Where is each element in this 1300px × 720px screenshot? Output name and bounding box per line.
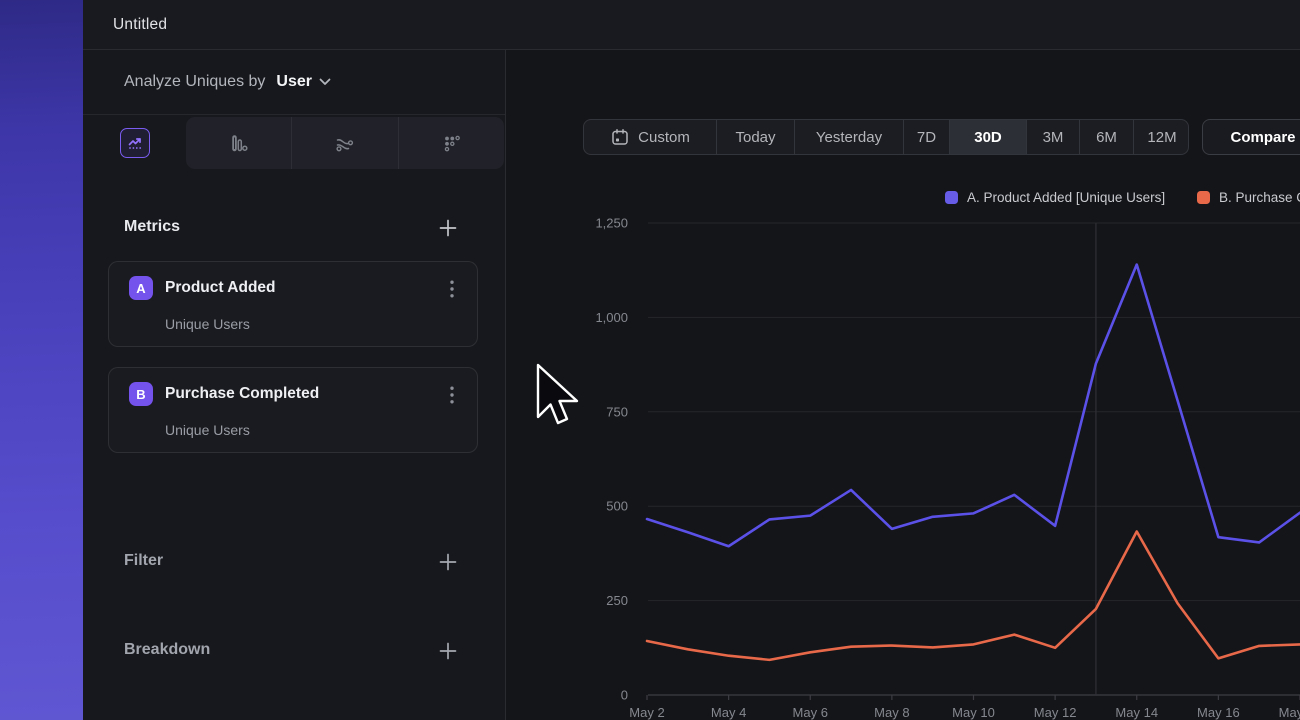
x-tick-label: May 16 <box>1197 705 1240 720</box>
breakdown-label: Breakdown <box>124 641 210 659</box>
metric-badge: B <box>129 382 153 406</box>
analyze-entity-value: User <box>276 73 312 91</box>
metrics-label: Metrics <box>124 218 180 236</box>
x-tick-label: May 8 <box>874 705 909 720</box>
kebab-menu-icon[interactable] <box>443 278 461 300</box>
add-breakdown-button[interactable] <box>438 641 458 661</box>
tab-retention[interactable] <box>398 117 504 169</box>
y-tick-label: 500 <box>606 499 628 514</box>
plus-icon <box>439 219 457 237</box>
x-tick-label: May 18 <box>1279 705 1300 720</box>
x-tick-label: May 14 <box>1115 705 1158 720</box>
metrics-section-header: Metrics <box>83 218 505 238</box>
x-tick-label: May 10 <box>952 705 995 720</box>
kebab-menu-icon[interactable] <box>443 384 461 406</box>
x-tick-label: May 4 <box>711 705 746 720</box>
y-tick-label: 750 <box>606 404 628 419</box>
metric-title: Product Added <box>165 279 276 297</box>
tab-flows[interactable] <box>291 117 397 169</box>
y-tick-label: 1,000 <box>595 310 628 325</box>
y-tick-label: 1,250 <box>595 216 628 231</box>
line-chart-icon <box>120 128 150 158</box>
add-filter-button[interactable] <box>438 552 458 572</box>
analyze-row: Analyze Uniques by User <box>83 50 505 115</box>
plus-icon <box>439 553 457 571</box>
tab-funnels[interactable] <box>186 117 291 169</box>
metric-measurement: Unique Users <box>165 422 250 438</box>
top-bar: Untitled <box>83 0 1300 50</box>
x-tick-label: May 2 <box>629 705 664 720</box>
plus-icon <box>439 642 457 660</box>
x-tick-label: May 12 <box>1034 705 1077 720</box>
background-gradient-strip <box>0 0 83 720</box>
metric-title: Purchase Completed <box>165 385 319 403</box>
flows-icon <box>333 132 356 155</box>
sidebar: Analyze Uniques by User <box>83 50 506 720</box>
line-chart: 0 250 500 750 1,000 1,250 May 2 May 4 May 6 May 8… <box>506 50 1300 720</box>
analyze-entity-dropdown[interactable]: User <box>276 73 331 91</box>
chart-panel: CustomTodayYesterday7D30D3M6M12M Compare… <box>506 50 1300 720</box>
analyze-label: Analyze Uniques by <box>124 73 265 91</box>
retention-dots-icon <box>440 132 463 155</box>
funnel-bars-icon <box>227 132 250 155</box>
metric-badge: A <box>129 276 153 300</box>
chart-type-tab-group <box>186 117 504 169</box>
app-window: Untitled Analyze Uniques by User <box>83 0 1300 720</box>
series-line-a <box>647 265 1300 547</box>
metric-card-b[interactable]: B Purchase Completed Unique Users <box>108 367 478 453</box>
y-tick-label: 0 <box>621 688 628 703</box>
filter-section-header: Filter <box>83 552 505 572</box>
chevron-down-icon <box>319 78 331 86</box>
metric-card-a[interactable]: A Product Added Unique Users <box>108 261 478 347</box>
x-tick-label: May 6 <box>793 705 828 720</box>
screenshot-root: Untitled Analyze Uniques by User <box>0 0 1300 720</box>
filter-label: Filter <box>124 552 163 570</box>
metric-card-list: A Product Added Unique Users B Purchase Comp… <box>108 261 478 473</box>
add-metric-button[interactable] <box>438 218 458 238</box>
breakdown-section-header: Breakdown <box>83 641 505 661</box>
tab-insights[interactable] <box>83 115 186 170</box>
metric-measurement: Unique Users <box>165 316 250 332</box>
y-tick-label: 250 <box>606 593 628 608</box>
report-title: Untitled <box>113 16 167 34</box>
chart-type-tabs <box>83 115 505 170</box>
series-line-b <box>647 532 1300 660</box>
